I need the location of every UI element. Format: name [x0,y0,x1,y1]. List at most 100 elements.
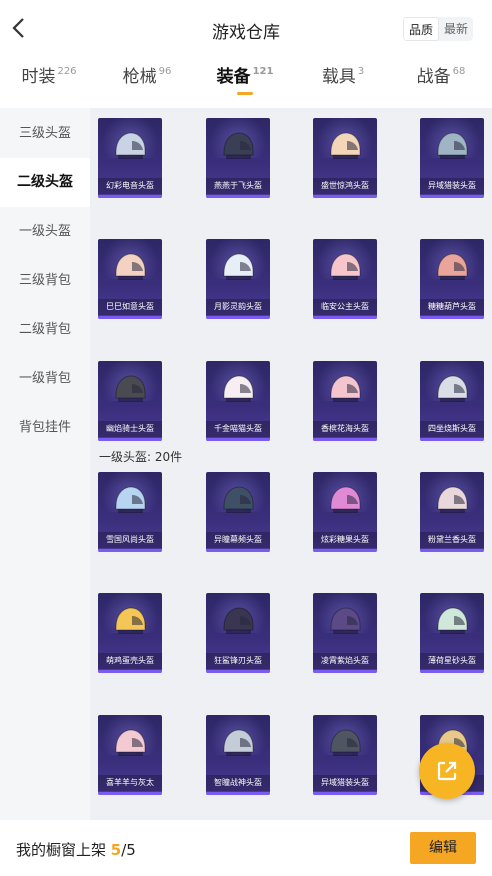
quality-bar [98,438,162,441]
item-name: 凌霄紫焰头盔 [313,653,377,669]
quality-bar [98,670,162,673]
item-card[interactable]: 盛世惊鸿头盔 [313,118,377,198]
quality-bar [98,549,162,552]
item-card[interactable]: 月影灵韵头盔 [206,239,270,319]
helmet-icon [330,375,361,402]
sidebar-item-backpack-lv1[interactable]: 一级背包 [0,354,90,403]
item-card[interactable]: 四坐烧斯头盔 [420,361,484,441]
item-card[interactable]: 炫彩糖果头盔 [313,472,377,552]
sidebar-item-helmet-lv1[interactable]: 一级头盔 [0,207,90,256]
item-card[interactable]: 幽焰骑士头盔 [98,361,162,441]
quality-bar [206,438,270,441]
item-grid: 幻彩电音头盔 燕燕于飞头盔 盛世惊鸿头盔 异域猎装头盔 巳巳如意头盔 月影灵韵头盔 临安公主… [90,108,492,820]
helmet-icon [330,607,361,634]
item-name: 临安公主头盔 [313,299,377,315]
item-name: 香槟花海头盔 [313,421,377,437]
quality-bar [206,316,270,319]
item-name: 喜羊羊与灰太 [98,775,162,791]
item-card[interactable]: 萌鸡蛋壳头盔 [98,593,162,673]
helmet-icon [223,729,254,756]
quality-bar [420,549,484,552]
share-icon [437,761,457,781]
sort-toggle[interactable]: 品质 最新 [403,17,474,41]
item-card[interactable]: 异域猎装头盔 [420,118,484,198]
helmet-icon [330,486,361,513]
quality-bar [206,792,270,795]
active-tab-indicator [237,92,253,95]
helmet-icon [115,486,146,513]
item-card[interactable]: 临安公主头盔 [313,239,377,319]
item-card[interactable]: 异域猎装头盔 [313,715,377,795]
quality-bar [313,792,377,795]
item-card[interactable]: 燕燕于飞头盔 [206,118,270,198]
item-name: 燕燕于飞头盔 [206,178,270,194]
item-card[interactable]: 巳巳如意头盔 [98,239,162,319]
sidebar-item-helmet-lv2[interactable]: 二级头盔 [0,158,90,207]
quality-bar [98,195,162,198]
item-name: 异域猎装头盔 [420,178,484,194]
item-name: 异域猎装头盔 [313,775,377,791]
helmet-icon [223,375,254,402]
quality-bar [206,195,270,198]
item-name: 幽焰骑士头盔 [98,421,162,437]
tab-fashion[interactable]: 时装 226 [0,62,98,87]
tab-equipment[interactable]: 装备 121 [196,62,294,95]
item-name: 糖糖葫芦头盔 [420,299,484,315]
helmet-icon [115,607,146,634]
item-card[interactable]: 香槟花海头盔 [313,361,377,441]
quality-bar [313,316,377,319]
item-card[interactable]: 异瞳幕频头盔 [206,472,270,552]
sidebar: 三级头盔 二级头盔 一级头盔 三级背包 二级背包 一级背包 背包挂件 [0,108,90,820]
item-card[interactable]: 雪国风尚头盔 [98,472,162,552]
tab-weapons[interactable]: 枪械 96 [98,62,196,87]
item-name: 巳巳如意头盔 [98,299,162,315]
helmet-icon [437,253,468,280]
item-name: 千金喵猫头盔 [206,421,270,437]
item-card[interactable]: 千金喵猫头盔 [206,361,270,441]
item-card[interactable]: 薄荷星砂头盔 [420,593,484,673]
quality-bar [206,549,270,552]
helmet-icon [115,253,146,280]
item-name: 盛世惊鸿头盔 [313,178,377,194]
quality-bar [206,670,270,673]
item-name: 异瞳幕频头盔 [206,532,270,548]
sidebar-item-helmet-lv3[interactable]: 三级头盔 [0,109,90,158]
helmet-icon [437,486,468,513]
item-card[interactable]: 凌霄紫焰头盔 [313,593,377,673]
helmet-icon [115,375,146,402]
item-card[interactable]: 幻彩电音头盔 [98,118,162,198]
item-card[interactable]: 喜羊羊与灰太 [98,715,162,795]
helmet-icon [223,486,254,513]
helmet-icon [330,132,361,159]
sidebar-item-backpack-lv2[interactable]: 二级背包 [0,305,90,354]
edit-button[interactable]: 编辑 [410,832,476,864]
share-button[interactable] [419,743,475,799]
tab-supplies[interactable]: 战备 68 [392,62,490,87]
quality-bar [313,438,377,441]
item-card[interactable]: 糖糖葫芦头盔 [420,239,484,319]
item-name: 炫彩糖果头盔 [313,532,377,548]
sort-quality[interactable]: 品质 [403,17,440,41]
tab-vehicles[interactable]: 载具 3 [294,62,392,87]
item-card[interactable]: 智瞳战神头盔 [206,715,270,795]
item-card[interactable]: 粉黛兰香头盔 [420,472,484,552]
item-card[interactable]: 狂鲨锋刃头盔 [206,593,270,673]
helmet-icon [437,132,468,159]
sort-latest[interactable]: 最新 [439,17,473,41]
quality-bar [313,670,377,673]
quality-bar [98,792,162,795]
sidebar-item-backpack-charm[interactable]: 背包挂件 [0,403,90,452]
item-name: 粉黛兰香头盔 [420,532,484,548]
section-title-helmet-lv1: 一级头盔: 20件 [99,450,183,464]
showcase-bar: 我的橱窗上架 5/5 编辑 [0,820,492,876]
helmet-icon [223,607,254,634]
helmet-icon [115,729,146,756]
header: 游戏仓库 品质 最新 [0,0,492,58]
item-name: 幻彩电音头盔 [98,178,162,194]
helmet-icon [330,253,361,280]
quality-bar [420,195,484,198]
quality-bar [313,195,377,198]
sidebar-item-backpack-lv3[interactable]: 三级背包 [0,256,90,305]
item-name: 雪国风尚头盔 [98,532,162,548]
quality-bar [420,670,484,673]
